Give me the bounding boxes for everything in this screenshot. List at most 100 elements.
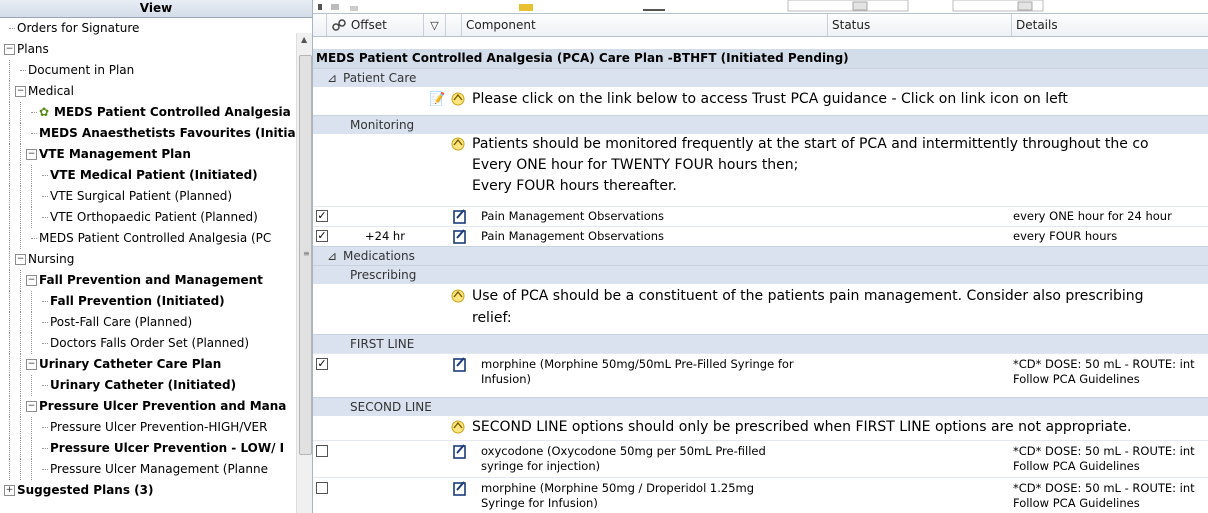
- tree-scrollbar-thumb[interactable]: ≡: [299, 55, 312, 455]
- section-patient-care[interactable]: ⊿ Patient Care: [313, 68, 1208, 87]
- tree-item-label: Medical: [28, 84, 74, 98]
- grid-header-row: Offset ▽ Component Status Details: [313, 13, 1208, 37]
- tree-item-label: Pressure Ulcer Management (Planne: [50, 462, 268, 476]
- tree-item[interactable]: Post-Fall Care (Planned): [0, 312, 296, 333]
- toolbar-dropdown[interactable]: [787, 0, 909, 12]
- prescribing-note-row[interactable]: Use of PCA should be a constituent of th…: [313, 286, 1208, 332]
- toolbar-icon[interactable]: [318, 4, 322, 10]
- toolbar-folder-icon[interactable]: [519, 4, 533, 11]
- order-row[interactable]: ✓ +24 hr Pain Management Observations ev…: [313, 226, 1208, 246]
- collapse-icon[interactable]: −: [4, 44, 15, 55]
- tree-item[interactable]: Pressure Ulcer Prevention - LOW/ I: [0, 438, 296, 459]
- tree-item-label: Plans: [17, 42, 49, 56]
- section-label: SECOND LINE: [350, 400, 432, 414]
- tree-item-label: VTE Orthopaedic Patient (Planned): [50, 210, 258, 224]
- collapse-icon[interactable]: −: [26, 401, 37, 412]
- tree-item[interactable]: − Pressure Ulcer Prevention and Mana: [0, 396, 296, 417]
- order-component: oxycodone (Oxycodone 50mg per 50mL Pre-f…: [481, 444, 766, 458]
- section-label: Patient Care: [343, 71, 417, 85]
- view-panel-header: View: [0, 0, 312, 18]
- tree-item-label: MEDS Patient Controlled Analgesia: [54, 105, 291, 119]
- tree-item[interactable]: MEDS Anaesthetists Favourites (Initia: [0, 123, 296, 144]
- tree-item[interactable]: − VTE Management Plan: [0, 144, 296, 165]
- tree-item[interactable]: − Medical: [0, 81, 296, 102]
- plan-title-row[interactable]: MEDS Patient Controlled Analgesia (PCA) …: [313, 49, 1208, 68]
- order-row[interactable]: ✓ Pain Management Observations every ONE…: [313, 206, 1208, 226]
- tree-item[interactable]: + Suggested Plans (3): [0, 480, 296, 501]
- order-component: Infusion): [481, 372, 532, 386]
- tree-item[interactable]: VTE Orthopaedic Patient (Planned): [0, 207, 296, 228]
- collapse-icon[interactable]: −: [15, 86, 26, 97]
- order-details: every ONE hour for 24 hour: [1013, 209, 1172, 223]
- tree-item-label: VTE Management Plan: [39, 147, 191, 161]
- second-line-note-row[interactable]: SECOND LINE options should only be presc…: [313, 416, 1208, 438]
- tree-item[interactable]: − Nursing: [0, 249, 296, 270]
- section-label: Monitoring: [350, 118, 415, 132]
- tree-item[interactable]: VTE Surgical Patient (Planned): [0, 186, 296, 207]
- header-offset[interactable]: Offset: [327, 14, 424, 36]
- tree-item[interactable]: Urinary Catheter (Initiated): [0, 375, 296, 396]
- header-component[interactable]: Component: [462, 14, 828, 36]
- section-label: Medications: [343, 249, 415, 263]
- header-status[interactable]: Status: [828, 14, 1012, 36]
- collapse-triangle-icon[interactable]: ⊿: [327, 69, 337, 87]
- toolbar-icon[interactable]: [331, 4, 339, 10]
- header-icon-col: [446, 14, 462, 36]
- monitoring-note-row[interactable]: Patients should be monitored frequently …: [313, 134, 1208, 202]
- header-filter[interactable]: ▽: [424, 14, 446, 36]
- header-details[interactable]: Details: [1012, 14, 1208, 36]
- tree-item[interactable]: Orders for Signature: [0, 18, 296, 39]
- toolbar-icon[interactable]: [350, 6, 358, 11]
- tree-item[interactable]: Pressure Ulcer Management (Planne: [0, 459, 296, 480]
- order-row[interactable]: ✓ morphine (Morphine 50mg/50mL Pre-Fille…: [313, 353, 1208, 389]
- tree-item[interactable]: Pressure Ulcer Prevention-HIGH/VER: [0, 417, 296, 438]
- order-checkbox[interactable]: [316, 482, 328, 494]
- section-second-line[interactable]: SECOND LINE: [313, 397, 1208, 416]
- tree-item-label: Pressure Ulcer Prevention and Mana: [39, 399, 287, 413]
- tree-item[interactable]: − Fall Prevention and Management: [0, 270, 296, 291]
- order-component: Pain Management Observations: [481, 229, 665, 243]
- order-checkbox[interactable]: [316, 445, 328, 457]
- tree-item[interactable]: − Urinary Catheter Care Plan: [0, 354, 296, 375]
- order-clipboard-icon: [453, 444, 466, 459]
- section-first-line[interactable]: FIRST LINE: [313, 334, 1208, 353]
- tree-item[interactable]: Fall Prevention (Initiated): [0, 291, 296, 312]
- order-row[interactable]: oxycodone (Oxycodone 50mg per 50mL Pre-f…: [313, 440, 1208, 476]
- tree-item[interactable]: − Plans: [0, 39, 296, 60]
- collapse-icon[interactable]: −: [15, 254, 26, 265]
- patient-care-note-row[interactable]: 📝 Please click on the link below to acce…: [313, 88, 1208, 110]
- order-checkbox[interactable]: ✓: [316, 210, 328, 222]
- order-details: *CD* DOSE: 50 mL - ROUTE: int: [1013, 357, 1195, 371]
- tree-item-label: Doctors Falls Order Set (Planned): [50, 336, 250, 350]
- tree-item-label: MEDS Patient Controlled Analgesia (PC: [39, 231, 272, 245]
- tree-item-label: MEDS Anaesthetists Favourites (Initia: [39, 126, 296, 140]
- prescribing-note-line: relief:: [472, 310, 512, 326]
- collapse-icon[interactable]: −: [26, 149, 37, 160]
- tree-item-label: Fall Prevention and Management: [39, 273, 263, 287]
- collapse-triangle-icon[interactable]: ⊿: [327, 247, 337, 265]
- scroll-up-arrow-icon[interactable]: ▲: [301, 35, 307, 44]
- tree-item[interactable]: Doctors Falls Order Set (Planned): [0, 333, 296, 354]
- order-checkbox[interactable]: ✓: [316, 358, 328, 370]
- tree-item[interactable]: VTE Medical Patient (Initiated): [0, 165, 296, 186]
- tree-item-label: Nursing: [28, 252, 75, 266]
- tree-item[interactable]: Document in Plan: [0, 60, 296, 81]
- order-row[interactable]: morphine (Morphine 50mg / Droperidol 1.2…: [313, 477, 1208, 513]
- tree-scrollbar[interactable]: ▲ ≡: [296, 33, 312, 513]
- filter-icon: ▽: [430, 19, 439, 32]
- section-medications[interactable]: ⊿ Medications: [313, 246, 1208, 265]
- tree-item-label: Pressure Ulcer Prevention - LOW/ I: [50, 441, 285, 455]
- collapse-icon[interactable]: −: [26, 359, 37, 370]
- section-prescribing[interactable]: Prescribing: [313, 265, 1208, 284]
- document-link-icon[interactable]: 📝: [429, 90, 445, 110]
- tree-item[interactable]: ✿ MEDS Patient Controlled Analgesia: [0, 102, 296, 123]
- section-monitoring[interactable]: Monitoring: [313, 115, 1208, 134]
- order-checkbox[interactable]: ✓: [316, 230, 328, 242]
- expand-icon[interactable]: +: [4, 485, 15, 496]
- order-details: every FOUR hours: [1013, 229, 1118, 243]
- tree-item[interactable]: MEDS Patient Controlled Analgesia (PC: [0, 228, 296, 249]
- collapse-icon[interactable]: −: [26, 275, 37, 286]
- toolbar-strip: [313, 0, 1208, 12]
- monitoring-note-line: Every FOUR hours thereafter.: [472, 178, 677, 194]
- tree-item-label: VTE Medical Patient (Initiated): [50, 168, 258, 182]
